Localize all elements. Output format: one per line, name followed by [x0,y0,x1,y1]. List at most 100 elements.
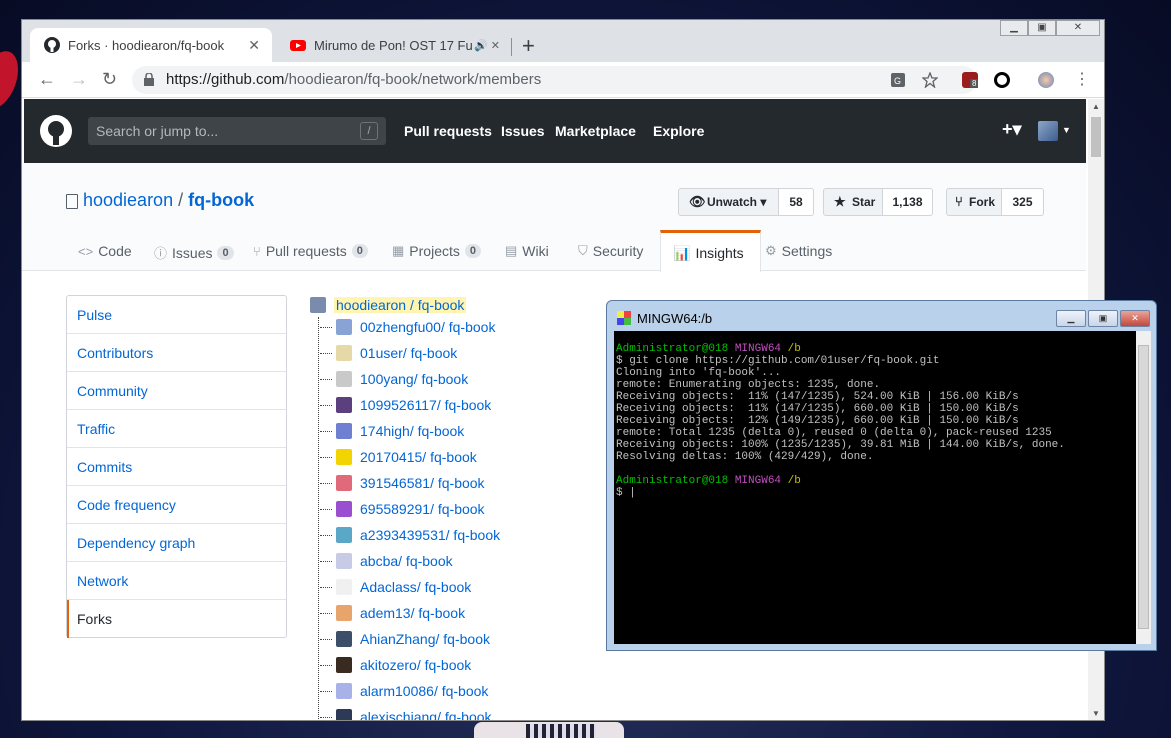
fork-owner-link[interactable]: adem13 [360,605,411,621]
menu-forks[interactable]: Forks [67,600,286,638]
nav-pull-requests[interactable]: Pull requests [404,123,492,139]
github-search-input[interactable]: Search or jump to... / [88,117,386,145]
menu-code-frequency[interactable]: Code frequency [67,486,286,524]
avatar[interactable] [336,631,352,647]
fork-owner-link[interactable]: 1099526117 [360,397,437,413]
avatar[interactable] [336,319,352,335]
menu-kebab-icon[interactable]: ⋮ [1074,69,1090,89]
menu-network[interactable]: Network [67,562,286,600]
avatar[interactable] [336,475,352,491]
fork-repo-link[interactable]: / fq-book [430,501,484,517]
fork-owner-link[interactable]: 01user [360,345,403,361]
fork-count[interactable]: 325 [1002,188,1044,216]
fork-owner-link[interactable]: 174high [360,423,410,439]
tab-pull-requests[interactable]: ⑂ Pull requests 0 [253,243,368,259]
avatar[interactable] [336,449,352,465]
github-logo-icon[interactable] [40,115,72,147]
fork-owner-link[interactable]: alarm10086 [360,683,434,699]
maximize-button[interactable]: ▣ [1088,310,1118,327]
minimize-button[interactable]: ▁ [1000,20,1028,36]
maximize-button[interactable]: ▣ [1028,20,1056,36]
unwatch-button[interactable]: 👁 Unwatch ▾ [678,188,779,216]
fork-owner-link[interactable]: a2393439531 [360,527,446,543]
back-icon[interactable]: ← [38,69,56,90]
fork-owner-link[interactable]: alexischiang [360,709,437,720]
menu-community[interactable]: Community [67,372,286,410]
menu-dependency-graph[interactable]: Dependency graph [67,524,286,562]
chevron-down-icon[interactable]: ▼ [1062,125,1071,135]
minimize-button[interactable]: ▁ [1056,310,1086,327]
tab-issues[interactable]: ⓘ Issues 0 [154,243,234,262]
create-new-button[interactable]: +▾ [1002,119,1022,140]
terminal-scrollbar[interactable] [1136,331,1151,644]
tab-wiki[interactable]: ▤ Wiki [505,243,549,259]
tab-insights[interactable]: 📊 Insights [660,230,761,272]
bookmark-star-icon[interactable] [922,72,938,88]
fork-owner-link[interactable]: 00zhengfu00 [360,319,441,335]
translate-icon[interactable]: G [890,72,906,88]
forward-icon[interactable]: → [70,69,88,90]
repo-name-link[interactable]: fq-book [188,190,254,210]
avatar[interactable] [336,527,352,543]
fork-repo-link[interactable]: / fq-book [436,631,490,647]
fork-repo-link[interactable]: / fq-book [437,709,491,720]
tab-settings[interactable]: ⚙ Settings [765,243,832,259]
fork-repo-link[interactable]: / fq-book [403,345,457,361]
fork-owner-link[interactable]: abcba [360,553,398,569]
menu-commits[interactable]: Commits [67,448,286,486]
fork-repo-link[interactable]: / fq-book [414,371,468,387]
avatar[interactable] [336,553,352,569]
terminal-screen[interactable]: Administrator@018 MINGW64 /b $ git clone… [614,331,1136,644]
avatar[interactable] [336,397,352,413]
star-count[interactable]: 1,138 [883,188,933,216]
avatar[interactable] [336,345,352,361]
root-repo-link[interactable]: hoodiearon / fq-book [334,297,467,313]
profile-avatar[interactable] [1038,72,1054,88]
fork-repo-link[interactable]: / fq-book [410,423,464,439]
fork-repo-link[interactable]: / fq-book [398,553,452,569]
fork-owner-link[interactable]: 391546581 [360,475,430,491]
fork-owner-link[interactable]: 20170415 [360,449,422,465]
avatar[interactable] [336,605,352,621]
address-bar[interactable]: https://github.com/hoodiearon/fq-book/ne… [132,66,977,94]
fork-repo-link[interactable]: / fq-book [411,605,465,621]
menu-pulse[interactable]: Pulse [67,296,286,334]
watch-count[interactable]: 58 [779,188,814,216]
fork-repo-link[interactable]: / fq-book [437,397,491,413]
close-tab-icon[interactable]: ✕ [248,37,260,54]
scroll-thumb[interactable] [1138,345,1149,629]
tab-code[interactable]: <> Code [78,243,132,259]
avatar[interactable] [336,709,352,720]
fork-repo-link[interactable]: / fq-book [422,449,476,465]
nav-issues[interactable]: Issues [501,123,545,139]
star-button[interactable]: ★ Star [823,188,883,216]
extension-circle-icon[interactable] [994,72,1010,88]
fork-repo-link[interactable]: / fq-book [417,579,471,595]
repo-owner-link[interactable]: hoodiearon [83,190,173,210]
fork-button[interactable]: ⑂ Fork [946,188,1002,216]
fork-repo-link[interactable]: / fq-book [417,657,471,673]
avatar[interactable] [336,501,352,517]
fork-repo-link[interactable]: / fq-book [430,475,484,491]
reload-icon[interactable]: ↻ [102,69,117,90]
avatar[interactable] [336,657,352,673]
nav-explore[interactable]: Explore [653,123,704,139]
scroll-up-icon[interactable]: ▲ [1092,102,1100,111]
tab-youtube[interactable]: Mirumo de Pon! OST 17 Fu 🔊 ✕ [276,28,512,62]
fork-repo-link[interactable]: / fq-book [441,319,495,335]
avatar[interactable] [336,423,352,439]
fork-owner-link[interactable]: 695589291 [360,501,430,517]
scroll-down-icon[interactable]: ▼ [1092,709,1100,718]
user-avatar[interactable] [1038,121,1058,141]
speaker-icon[interactable]: 🔊 ✕ [474,39,500,52]
fork-owner-link[interactable]: akitozero [360,657,417,673]
new-tab-button[interactable]: + [522,33,535,59]
menu-traffic[interactable]: Traffic [67,410,286,448]
fork-owner-link[interactable]: Adaclass [360,579,417,595]
fork-owner-link[interactable]: 100yang [360,371,414,387]
menu-contributors[interactable]: Contributors [67,334,286,372]
tab-forks[interactable]: Forks · hoodiearon/fq-book ✕ [30,28,272,62]
avatar[interactable] [336,579,352,595]
avatar[interactable] [336,371,352,387]
scroll-thumb[interactable] [1091,117,1101,157]
